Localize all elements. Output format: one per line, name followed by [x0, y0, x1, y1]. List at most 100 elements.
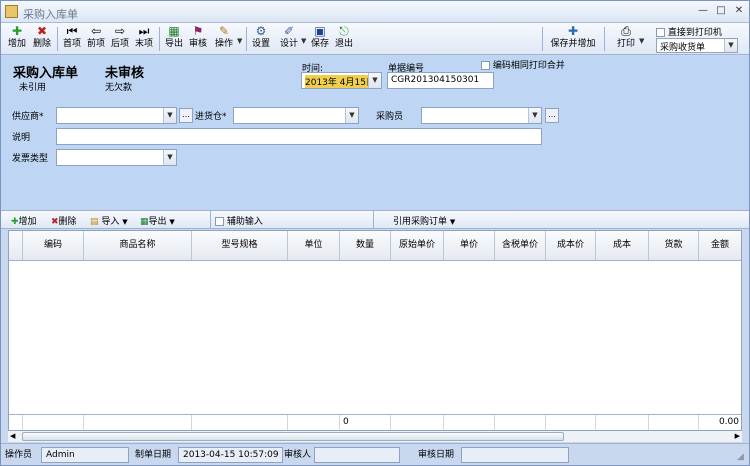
audit-status: 未审核 — [105, 66, 145, 81]
toolbar-separator — [246, 27, 247, 51]
column-header[interactable]: 成本价 — [546, 231, 596, 260]
merge-print-checkbox[interactable] — [481, 61, 490, 70]
summary-cell — [444, 415, 495, 430]
row-indicator-header — [9, 231, 23, 260]
toolbar-separator — [57, 27, 58, 51]
horizontal-scrollbar[interactable]: ◀ ▶ — [8, 431, 742, 442]
next-button[interactable]: ⇨ 后项 — [108, 25, 132, 53]
operate-button[interactable]: ✎ 操作 — [212, 25, 236, 53]
delete-icon: ✖ — [51, 217, 59, 227]
column-header[interactable]: 货款 — [649, 231, 699, 260]
save-button[interactable]: ▣ 保存 — [308, 25, 332, 53]
resize-grip-icon[interactable]: ◢ — [737, 452, 744, 462]
supplier-label: 供应商* — [12, 112, 44, 122]
summary-cell — [288, 415, 340, 430]
column-header[interactable]: 单位 — [288, 231, 340, 260]
doc-number-field[interactable]: CGR201304150301 — [387, 72, 494, 89]
wand-icon: ✎ — [218, 24, 230, 38]
column-header[interactable]: 商品名称 — [84, 231, 192, 260]
chevron-down-icon[interactable]: ▼ — [163, 150, 176, 165]
warehouse-label: 进货仓* — [195, 112, 227, 122]
design-button[interactable]: ✐ 设计 — [277, 25, 301, 53]
summary-amount: 0.00 — [718, 417, 739, 427]
grid-delete-button[interactable]: ✖删除 — [51, 214, 77, 227]
summary-cell — [192, 415, 288, 430]
date-picker[interactable]: 2013年 4月15日 ▼ — [301, 72, 382, 89]
chevron-down-icon: ▼ — [122, 218, 128, 226]
delete-button[interactable]: ✖ 删除 — [30, 25, 54, 53]
column-header[interactable]: 金额 — [699, 231, 741, 260]
import-icon: ▤ — [90, 217, 99, 227]
export-button[interactable]: ▦ 导出 — [162, 25, 186, 53]
column-header[interactable]: 含税单价 — [495, 231, 546, 260]
aux-input-checkbox[interactable] — [215, 217, 224, 226]
merge-print-option[interactable]: 编码相同打印合并 — [481, 58, 565, 71]
buyer-browse-button[interactable]: … — [545, 108, 559, 123]
chevron-down-icon[interactable]: ▼ — [368, 73, 381, 88]
minimize-button[interactable]: — — [695, 4, 711, 19]
items-grid[interactable]: 编码 商品名称 型号规格 单位 数量 原始单价 单价 含税单价 成本价 成本 货… — [8, 230, 742, 431]
print-button[interactable]: ⎙ 打印 — [614, 25, 638, 53]
aux-input-option[interactable]: 辅助输入 — [210, 211, 374, 228]
status-bar: 操作员 Admin 制单日期 2013-04-15 10:57:09 审核人 审… — [1, 443, 749, 465]
note-field[interactable] — [56, 128, 542, 145]
chevron-down-icon[interactable]: ▼ — [345, 108, 358, 123]
summary-cell — [23, 415, 84, 430]
close-button[interactable]: ✕ — [731, 4, 747, 19]
buyer-select[interactable]: ▼ — [421, 107, 542, 124]
save-icon: ▣ — [314, 24, 326, 38]
toolbar-separator — [159, 27, 160, 51]
prev-button[interactable]: ⇦ 前项 — [84, 25, 108, 53]
summary-quantity: 0 — [340, 415, 391, 430]
column-header[interactable]: 原始单价 — [391, 231, 444, 260]
first-button[interactable]: ⏮ 首项 — [60, 25, 84, 53]
audit-button[interactable]: ⚑ 审核 — [186, 25, 210, 53]
exit-button[interactable]: ⎋ 退出 — [332, 25, 356, 53]
column-header[interactable]: 成本 — [596, 231, 649, 260]
print-template-select[interactable]: 采购收货单 ▼ — [656, 38, 738, 53]
exit-icon: ⎋ — [339, 24, 349, 38]
grid-export-button[interactable]: ▦导出 ▼ — [140, 214, 175, 227]
save-add-icon: ✚ — [567, 24, 579, 38]
invoice-type-select[interactable]: ▼ — [56, 149, 177, 166]
app-icon — [5, 5, 18, 18]
chevron-down-icon[interactable]: ▼ — [528, 108, 541, 123]
first-icon: ⏮ — [66, 24, 78, 38]
title-bar: 采购入库单 — □ ✕ — [1, 1, 749, 23]
scroll-left-icon[interactable]: ◀ — [10, 431, 15, 442]
supplier-select[interactable]: ▼ — [56, 107, 177, 124]
scroll-thumb[interactable] — [22, 432, 564, 441]
reference-status: 未引用 — [19, 83, 47, 93]
summary-cell — [84, 415, 192, 430]
excel-icon: ▦ — [168, 24, 180, 38]
print-direct-checkbox[interactable] — [656, 28, 665, 37]
column-header[interactable]: 型号规格 — [192, 231, 288, 260]
print-dropdown-arrow[interactable]: ▼ — [639, 37, 644, 45]
maximize-button[interactable]: □ — [713, 4, 729, 19]
print-direct-option[interactable]: 直接到打印机 — [656, 25, 722, 38]
grid-import-button[interactable]: ▤ 导入 ▼ — [90, 214, 128, 227]
save-and-add-button[interactable]: ✚ 保存并增加 — [547, 25, 599, 53]
note-label: 说明 — [12, 133, 31, 143]
reference-order-button[interactable]: 引用采购订单 ▼ — [393, 214, 455, 227]
column-header[interactable]: 编码 — [23, 231, 84, 260]
summary-cell — [596, 415, 649, 430]
design-icon: ✐ — [283, 24, 295, 38]
operate-dropdown-arrow[interactable]: ▼ — [237, 37, 242, 45]
grid-summary-row: 0 0.00 — [9, 414, 741, 430]
warehouse-select[interactable]: ▼ — [233, 107, 359, 124]
grid-add-button[interactable]: ✚增加 — [11, 214, 37, 227]
scroll-right-icon[interactable]: ▶ — [735, 431, 740, 442]
column-header[interactable]: 单价 — [444, 231, 495, 260]
chevron-down-icon[interactable]: ▼ — [163, 108, 176, 123]
created-date-label: 制单日期 — [135, 450, 172, 460]
column-header[interactable]: 数量 — [340, 231, 391, 260]
design-dropdown-arrow[interactable]: ▼ — [301, 37, 306, 45]
chevron-down-icon[interactable]: ▼ — [724, 39, 737, 52]
supplier-browse-button[interactable]: … — [179, 108, 193, 123]
settings-button[interactable]: ⚙ 设置 — [249, 25, 273, 53]
audit-date-value — [461, 447, 569, 463]
debt-status: 无欠款 — [105, 83, 133, 93]
last-button[interactable]: ⏭ 末项 — [132, 25, 156, 53]
add-button[interactable]: ✚ 增加 — [5, 25, 29, 53]
